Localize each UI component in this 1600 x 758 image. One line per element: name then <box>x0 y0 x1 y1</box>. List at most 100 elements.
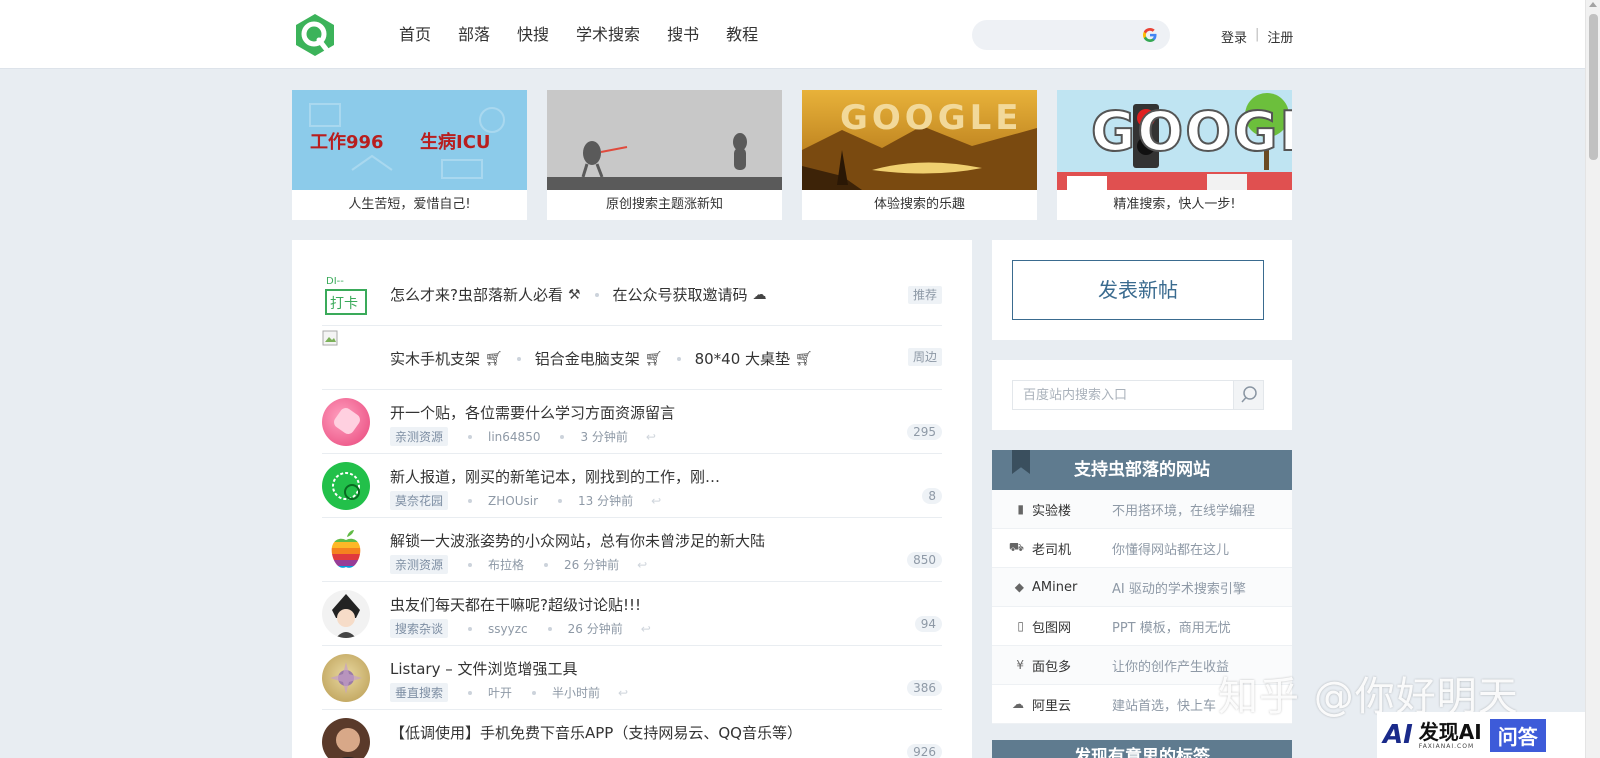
support-item-name[interactable]: 老司机 <box>1032 539 1112 558</box>
nav-academic-search[interactable]: 学术搜索 <box>576 24 640 46</box>
separator-dot <box>547 626 552 631</box>
top-header: 首页 部落 快搜 学术搜索 搜书 教程 登录 | 注册 <box>0 0 1585 69</box>
desk-mat-link[interactable]: 80*40 大桌垫 <box>695 348 790 369</box>
laptop-stand-link[interactable]: 铝合金电脑支架 <box>535 348 640 369</box>
banner-card-3[interactable]: GOOGLE 体验搜索的乐趣 <box>802 90 1037 220</box>
support-item-desc: AI 驱动的学术搜索引擎 <box>1112 581 1246 597</box>
separator-dot <box>676 356 681 361</box>
page-scrollbar[interactable] <box>1585 0 1600 758</box>
post-row[interactable]: Listary – 文件浏览增强工具 垂直搜索 叶开 半小时前 ↩ 386 <box>322 646 942 710</box>
invite-code-link[interactable]: 在公众号获取邀请码 <box>613 284 748 305</box>
post-category-tag[interactable]: 莫奈花园 <box>390 491 449 510</box>
building-icon: ▮ <box>1017 502 1024 516</box>
user-avatar[interactable] <box>322 462 370 510</box>
reply-count: 926 <box>907 744 942 758</box>
banner-card-2[interactable]: 原创搜索主题涨新知 <box>547 90 782 220</box>
post-meta: 亲测资源 布拉格 26 分钟前 ↩ <box>390 555 647 574</box>
post-title[interactable]: 虫友们每天都在干嘛呢?超级讨论贴!!! <box>390 594 641 615</box>
new-post-button[interactable]: 发表新帖 <box>1012 260 1264 320</box>
post-category-tag[interactable]: 垂直搜索 <box>390 683 449 702</box>
reply-count: 850 <box>907 552 942 568</box>
nav-tribe[interactable]: 部落 <box>458 24 490 46</box>
support-item-name[interactable]: 面包多 <box>1032 656 1112 675</box>
banner-card-4[interactable]: GOOGLE 精准搜索，快人一步! <box>1057 90 1292 220</box>
site-search-button[interactable] <box>1233 381 1263 409</box>
support-item-name[interactable]: 阿里云 <box>1032 695 1112 714</box>
user-avatar[interactable] <box>322 398 370 446</box>
post-title[interactable]: 开一个贴，各位需要什么学习方面资源留言 <box>390 402 675 423</box>
post-title[interactable]: Listary – 文件浏览增强工具 <box>390 658 578 679</box>
post-meta: 垂直搜索 叶开 半小时前 ↩ <box>390 683 628 702</box>
post-category-tag[interactable]: 亲测资源 <box>390 427 449 446</box>
post-author[interactable]: ssyyzc <box>488 622 528 636</box>
post-author[interactable]: 布拉格 <box>488 556 524 573</box>
post-category-tag[interactable]: 亲测资源 <box>390 555 449 574</box>
site-logo[interactable] <box>294 13 336 57</box>
post-author[interactable]: 叶开 <box>488 684 512 701</box>
post-row[interactable]: 【低调使用】手机免费下音乐APP（支持网易云、QQ音乐等） 926 <box>322 710 942 758</box>
separator-dot <box>468 690 473 695</box>
separator-dot <box>560 434 565 439</box>
login-link[interactable]: 登录 <box>1221 27 1247 46</box>
newbie-guide-link[interactable]: 怎么才来?虫部落新人必看 <box>390 284 563 305</box>
user-avatar[interactable] <box>322 718 370 758</box>
search-icon <box>1241 386 1257 403</box>
checkin-avatar: DI-- 打卡 <box>322 270 370 318</box>
support-header: 支持虫部落的网站 <box>992 450 1292 490</box>
post-title[interactable]: 新人报道，刚买的新笔记本，刚找到的工作，刚… <box>390 466 720 487</box>
pinned-row-2: 实木手机支架 🛒︎ 铝合金电脑支架 🛒︎ 80*40 大桌垫 🛒︎ 周边 <box>322 326 942 390</box>
post-row[interactable]: 虫友们每天都在干嘛呢?超级讨论贴!!! 搜索杂谈 ssyyzc 26 分钟前 ↩… <box>322 582 942 646</box>
nav-home[interactable]: 首页 <box>399 24 431 46</box>
faxianai-text: 发现AI FAXIANAI.COM <box>1419 721 1482 750</box>
support-item[interactable]: ◆ AMiner AI 驱动的学术搜索引擎 <box>992 568 1292 607</box>
banner-caption-3: 体验搜索的乐趣 <box>873 197 965 212</box>
cloud-icon: ☁ <box>1012 697 1024 711</box>
scrollbar-thumb[interactable] <box>1589 14 1598 160</box>
reply-icon: ↩ <box>645 429 656 444</box>
support-item[interactable]: ▯ 包图网 PPT 模板，商用无忧 <box>992 607 1292 646</box>
reply-icon: ↩ <box>637 557 648 572</box>
user-avatar[interactable] <box>322 590 370 638</box>
user-avatar[interactable] <box>322 654 370 702</box>
banner-4-doodle-text: GOOGLE <box>1090 99 1292 164</box>
faxianai-domain: FAXIANAI.COM <box>1418 742 1475 750</box>
post-meta: 亲测资源 lin64850 3 分钟前 ↩ <box>390 427 656 446</box>
user-avatar[interactable] <box>322 526 370 574</box>
banner-1-text-a: 工作996 <box>310 132 384 153</box>
post-title[interactable]: 解锁一大波涨姿势的小众网站，总有你未曾涉足的新大陆 <box>390 530 765 551</box>
nav-book-search[interactable]: 搜书 <box>667 24 699 46</box>
google-icon[interactable] <box>1142 27 1158 43</box>
phone-stand-link[interactable]: 实木手机支架 <box>390 348 480 369</box>
support-item[interactable]: ⛟ 老司机 你懂得网站都在这儿 <box>992 529 1292 568</box>
wechat-icon: ☁ <box>752 286 767 303</box>
car-icon: ⛟ <box>1008 540 1024 554</box>
support-item-name[interactable]: 实验楼 <box>1032 500 1112 519</box>
register-link[interactable]: 注册 <box>1267 27 1293 46</box>
banner-card-1[interactable]: 工作996 生病ICU 人生苦短，爱惜自己! <box>292 90 527 220</box>
support-item-name[interactable]: AMiner <box>1032 580 1112 595</box>
file-icon: ▯ <box>1017 619 1024 633</box>
post-title[interactable]: 【低调使用】手机免费下音乐APP（支持网易云、QQ音乐等） <box>390 722 802 743</box>
post-author[interactable]: lin64850 <box>488 430 540 444</box>
scroll-up-arrow-icon[interactable] <box>1589 2 1597 7</box>
merch-badge: 周边 <box>907 348 942 366</box>
google-search-input[interactable] <box>972 20 1170 50</box>
banner-image-2 <box>547 90 782 190</box>
reply-icon: ↩ <box>640 621 651 636</box>
post-author[interactable]: ZHOUsir <box>488 494 538 508</box>
site-search-input[interactable] <box>1013 381 1235 409</box>
hammer-icon: ⚒ <box>567 286 581 303</box>
yen-icon: ¥ <box>1016 658 1024 672</box>
post-row[interactable]: 解锁一大波涨姿势的小众网站，总有你未曾涉足的新大陆 亲测资源 布拉格 26 分钟… <box>322 518 942 582</box>
svg-text:DI--: DI-- <box>326 276 344 287</box>
support-item[interactable]: ▮ 实验楼 不用搭环境，在线学编程 <box>992 490 1292 529</box>
banner-1-text-b: 生病ICU <box>420 132 491 153</box>
post-category-tag[interactable]: 搜索杂谈 <box>390 619 449 638</box>
pinned-row-1: DI-- 打卡 怎么才来?虫部落新人必看 ⚒ 在公众号获取邀请码 ☁ 推荐 <box>322 262 942 326</box>
support-item-name[interactable]: 包图网 <box>1032 617 1112 636</box>
nav-quick-search[interactable]: 快搜 <box>517 24 549 46</box>
support-item-desc: 让你的创作产生收益 <box>1112 659 1230 675</box>
nav-tutorial[interactable]: 教程 <box>726 24 758 46</box>
post-row[interactable]: 开一个贴，各位需要什么学习方面资源留言 亲测资源 lin64850 3 分钟前 … <box>322 390 942 454</box>
post-row[interactable]: 新人报道，刚买的新笔记本，刚找到的工作，刚… 莫奈花园 ZHOUsir 13 分… <box>322 454 942 518</box>
